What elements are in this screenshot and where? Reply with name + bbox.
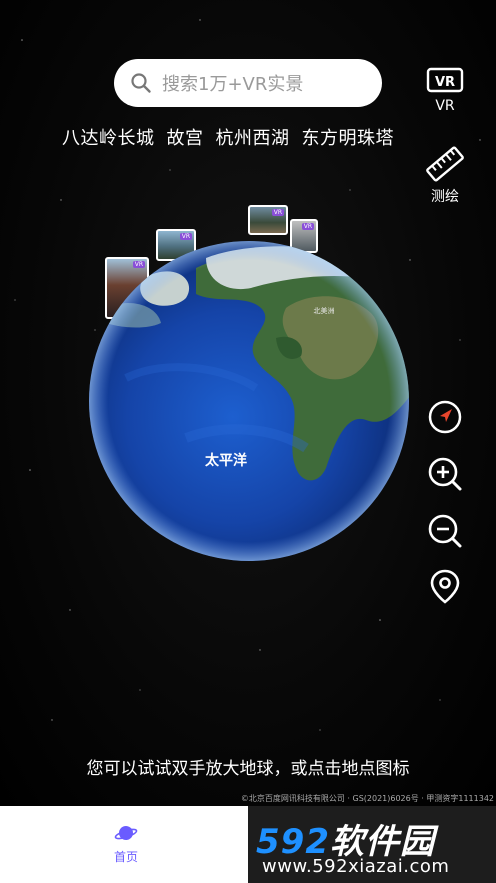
locate-button[interactable] <box>425 397 465 437</box>
hot-place-item[interactable]: 故宫 <box>167 124 204 150</box>
svg-text:VR: VR <box>435 75 455 90</box>
zoom-in-button[interactable] <box>425 454 465 494</box>
hot-place-item[interactable]: 八达岭长城 <box>62 124 155 150</box>
vr-headset-icon: VR <box>426 67 464 93</box>
vr-button[interactable]: VR VR <box>422 66 468 114</box>
place-button[interactable] <box>425 566 465 606</box>
zoom-out-button[interactable] <box>425 511 465 551</box>
search-icon <box>131 73 151 93</box>
ruler-icon <box>426 146 464 182</box>
ocean-label: 太平洋 <box>205 452 247 469</box>
measure-label: 测绘 <box>431 189 459 205</box>
navigation-arrow-icon <box>428 400 462 434</box>
planet-icon <box>114 826 138 840</box>
zoom-in-icon <box>428 457 462 491</box>
vr-thumbnail[interactable]: VR <box>248 205 288 235</box>
zoom-out-icon <box>428 514 462 548</box>
gesture-hint: 您可以试试双手放大地球，或点击地点图标 <box>86 759 410 779</box>
search-placeholder: 搜索1万+VR实景 <box>162 74 304 95</box>
earth-globe: 太平洋 北美洲 <box>89 241 409 561</box>
search-bar[interactable]: 搜索1万+VR实景 <box>114 59 382 107</box>
hot-places: 八达岭长城 故宫 杭州西湖 东方明珠塔 <box>62 124 394 150</box>
tab-home-label: 首页 <box>113 850 138 864</box>
hot-place-item[interactable]: 杭州西湖 <box>216 124 290 150</box>
map-viewport[interactable]: 搜索1万+VR实景 VR VR 测绘 八达岭长城 故宫 杭州西湖 东方明珠塔 V… <box>0 0 496 806</box>
hot-place-item[interactable]: 东方明珠塔 <box>302 124 395 150</box>
vr-label: VR <box>435 98 455 114</box>
site-watermark: 592软件园 www.592xiazai.com <box>248 806 496 883</box>
globe[interactable]: 太平洋 北美洲 <box>86 238 412 564</box>
copyright-text: ©北京百度网讯科技有限公司 · GS(2021)6026号 · 甲测资字1111… <box>240 794 494 803</box>
location-pin-icon <box>430 569 460 604</box>
watermark-url: www.592xiazai.com <box>262 856 450 877</box>
tab-home[interactable]: 首页 <box>96 822 156 865</box>
continent-label: 北美洲 <box>314 306 335 315</box>
measure-button[interactable]: 测绘 <box>422 146 468 206</box>
